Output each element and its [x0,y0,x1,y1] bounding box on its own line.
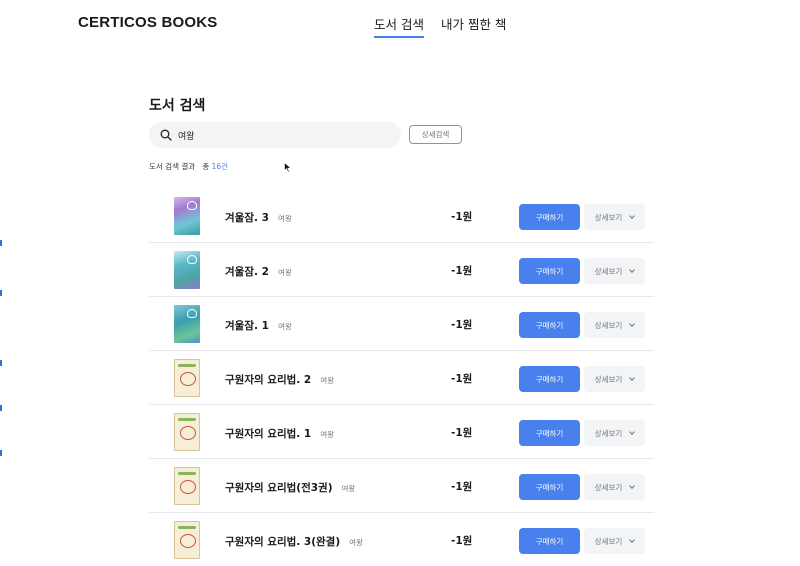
edge-artifact [0,405,2,411]
view-detail-button[interactable]: 상세보기 [584,204,645,230]
book-author: 여왕 [277,214,292,223]
buy-button[interactable]: 구매하기 [519,258,580,284]
chevron-down-icon [629,212,636,219]
cookbook-cover-icon[interactable] [174,359,200,397]
view-detail-button[interactable]: 상세보기 [584,258,645,284]
nav-tab-wishlist[interactable]: 내가 찜한 책 [441,14,506,38]
book-price: -1원 [451,535,473,547]
view-detail-button[interactable]: 상세보기 [584,420,645,446]
result-label: 도서 검색 결과 [149,162,196,171]
mouse-cursor-icon [284,162,292,173]
book-author: 여왕 [349,538,363,547]
detail-search-button[interactable]: 상세검색 [409,125,462,144]
view-detail-button[interactable]: 상세보기 [584,312,645,338]
book-price: -1원 [451,265,473,277]
cookbook-cover-icon[interactable] [174,413,200,451]
view-detail-label: 상세보기 [594,374,623,384]
book-author: 여왕 [320,376,335,385]
list-item: 구원자의 요리법. 3(완결) 여왕 -1원 구매하기 상세보기 [149,513,654,566]
edge-artifact [0,450,2,456]
book-title[interactable]: 구원자의 요리법(전3권) [225,482,333,494]
book-author: 여왕 [320,430,335,439]
buy-button[interactable]: 구매하기 [519,528,580,554]
top-header: CERTICOS BOOKS 도서 검색 내가 찜한 책 [0,0,800,48]
view-detail-label: 상세보기 [594,266,623,276]
buy-button[interactable]: 구매하기 [519,312,580,338]
nav-tab-book-search[interactable]: 도서 검색 [374,14,424,38]
book-price: -1원 [451,211,473,223]
edge-artifact [0,360,2,366]
list-item: 겨울잠. 3 여왕 -1원 구매하기 상세보기 [149,189,654,243]
page-title: 도서 검색 [149,98,206,114]
view-detail-label: 상세보기 [594,536,623,546]
result-total-prefix: 총 [202,162,210,171]
result-summary: 도서 검색 결과 총 16건 [149,161,228,172]
book-author: 여왕 [277,322,292,331]
cookbook-cover-icon[interactable] [174,521,200,559]
view-detail-label: 상세보기 [594,320,623,330]
search-bar[interactable] [149,122,401,148]
book-title[interactable]: 구원자의 요리법. 1 [225,428,311,440]
chevron-down-icon [629,428,636,435]
book-price: -1원 [451,481,473,493]
buy-button[interactable]: 구매하기 [519,474,580,500]
view-detail-label: 상세보기 [594,212,623,222]
list-item: 구원자의 요리법. 2 여왕 -1원 구매하기 상세보기 [149,351,654,405]
book-price: -1원 [451,319,473,331]
site-logo[interactable]: CERTICOS BOOKS [78,14,217,31]
chevron-down-icon [629,374,636,381]
buy-button[interactable]: 구매하기 [519,420,580,446]
book-author: 여왕 [341,484,356,493]
view-detail-button[interactable]: 상세보기 [584,366,645,392]
main-nav: 도서 검색 내가 찜한 책 [374,14,506,38]
book-author: 여왕 [277,268,292,277]
edge-artifact [0,240,2,246]
cookbook-cover-icon[interactable] [174,467,200,505]
book-title[interactable]: 겨울잠. 3 [225,212,269,224]
search-input[interactable] [178,130,378,140]
book-title[interactable]: 구원자의 요리법. 3(완결) [225,536,340,548]
chevron-down-icon [629,320,636,327]
book-list: 겨울잠. 3 여왕 -1원 구매하기 상세보기 겨울잠. 2 여왕 -1원 구매하기… [149,189,654,566]
winter-cover-icon[interactable] [174,197,200,235]
chevron-down-icon [629,536,636,543]
chevron-down-icon [629,482,636,489]
search-icon [160,129,172,141]
chevron-down-icon [629,266,636,273]
buy-button[interactable]: 구매하기 [519,366,580,392]
buy-button[interactable]: 구매하기 [519,204,580,230]
result-count: 16 [211,162,222,171]
result-count-suffix: 건 [221,162,229,171]
view-detail-label: 상세보기 [594,482,623,492]
book-title[interactable]: 겨울잠. 1 [225,320,269,332]
list-item: 구원자의 요리법(전3권) 여왕 -1원 구매하기 상세보기 [149,459,654,513]
winter-cover-icon[interactable] [174,251,200,289]
view-detail-button[interactable]: 상세보기 [584,474,645,500]
view-detail-label: 상세보기 [594,428,623,438]
list-item: 구원자의 요리법. 1 여왕 -1원 구매하기 상세보기 [149,405,654,459]
book-price: -1원 [451,427,473,439]
edge-artifact [0,290,2,296]
winter-cover-icon[interactable] [174,305,200,343]
list-item: 겨울잠. 1 여왕 -1원 구매하기 상세보기 [149,297,654,351]
list-item: 겨울잠. 2 여왕 -1원 구매하기 상세보기 [149,243,654,297]
book-title[interactable]: 구원자의 요리법. 2 [225,374,311,386]
book-title[interactable]: 겨울잠. 2 [225,266,269,278]
book-price: -1원 [451,373,473,385]
view-detail-button[interactable]: 상세보기 [584,528,645,554]
